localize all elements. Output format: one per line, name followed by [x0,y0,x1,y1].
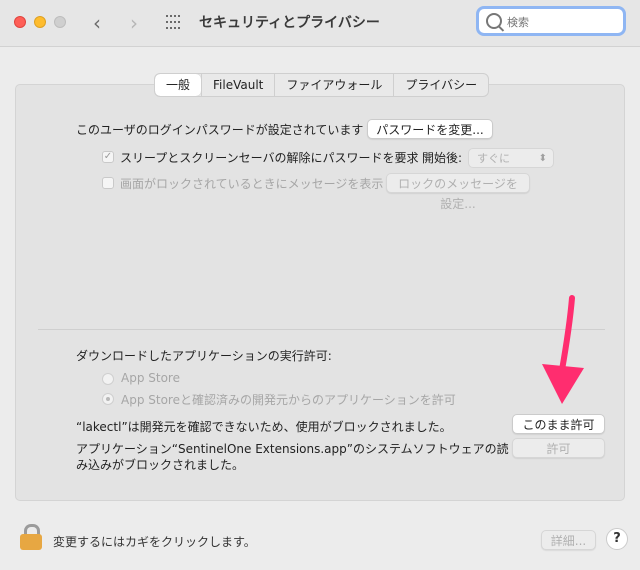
search-field[interactable] [476,6,626,36]
minimize-icon[interactable] [34,16,46,28]
forward-icon[interactable]: › [130,11,138,35]
sentinelone-blocked-text-line1: アプリケーション“SentinelOne Extensions.app”のシステ… [76,442,509,456]
identified-developers-label: App Storeと確認済みの開発元からのアプリケーションを許可 [121,393,456,407]
section-divider [38,329,605,330]
lock-message-label: 画面がロックされているときにメッセージを表示 [120,177,384,191]
chevron-updown-icon: ⬍ [538,153,547,164]
tab-filevault[interactable]: FileVault [201,74,274,96]
window-title: セキュリティとプライバシー [199,15,380,31]
lock-hint-text: 変更するにはカギをクリックします。 [53,535,256,549]
start-after-value: すぐに [477,152,510,165]
tab-bar: 一般 FileVault ファイアウォール プライバシー [154,73,490,97]
change-password-button[interactable]: パスワードを変更... [367,119,493,139]
start-after-select[interactable]: すぐに ⬍ [468,148,554,168]
search-input[interactable] [505,12,619,32]
show-all-grid-icon[interactable] [166,15,182,31]
arrow-annotation-icon [542,295,584,404]
start-after-label: 開始後: [422,151,463,165]
identified-developers-radio[interactable] [102,393,114,405]
lock-icon[interactable] [20,524,42,550]
tab-general[interactable]: 一般 [155,74,202,96]
lock-message-checkbox[interactable] [102,177,114,189]
downloads-heading: ダウンロードしたアプリケーションの実行許可: [76,349,332,363]
tab-firewall[interactable]: ファイアウォール [274,74,393,96]
allow-button[interactable]: 許可 [512,438,605,458]
require-password-label: スリープとスクリーンセーバの解除にパスワードを要求 [120,151,419,165]
titlebar: ‹ › セキュリティとプライバシー [0,0,640,47]
allow-anyway-button[interactable]: このまま許可 [512,414,605,434]
lakectl-blocked-text: “lakectl”は開発元を確認できないため、使用がブロックされました。 [76,420,452,434]
close-icon[interactable] [14,16,26,28]
help-button[interactable]: ? [606,528,628,550]
search-icon [486,13,502,29]
preferences-window: ‹ › セキュリティとプライバシー 一般 FileVault ファイアウォール … [0,0,640,570]
zoom-icon[interactable] [54,16,66,28]
sentinelone-blocked-text-line2: み込みがブロックされました。 [76,458,245,472]
set-lock-message-button[interactable]: ロックのメッセージを設定... [386,173,530,211]
password-set-text: このユーザのログインパスワードが設定されています [76,123,364,137]
tab-privacy[interactable]: プライバシー [393,74,488,96]
app-store-radio[interactable] [102,373,114,385]
back-icon[interactable]: ‹ [93,11,101,35]
app-store-label: App Store [121,371,180,385]
advanced-button[interactable]: 詳細... [541,530,596,550]
require-password-checkbox[interactable]: ✓ [102,151,114,163]
